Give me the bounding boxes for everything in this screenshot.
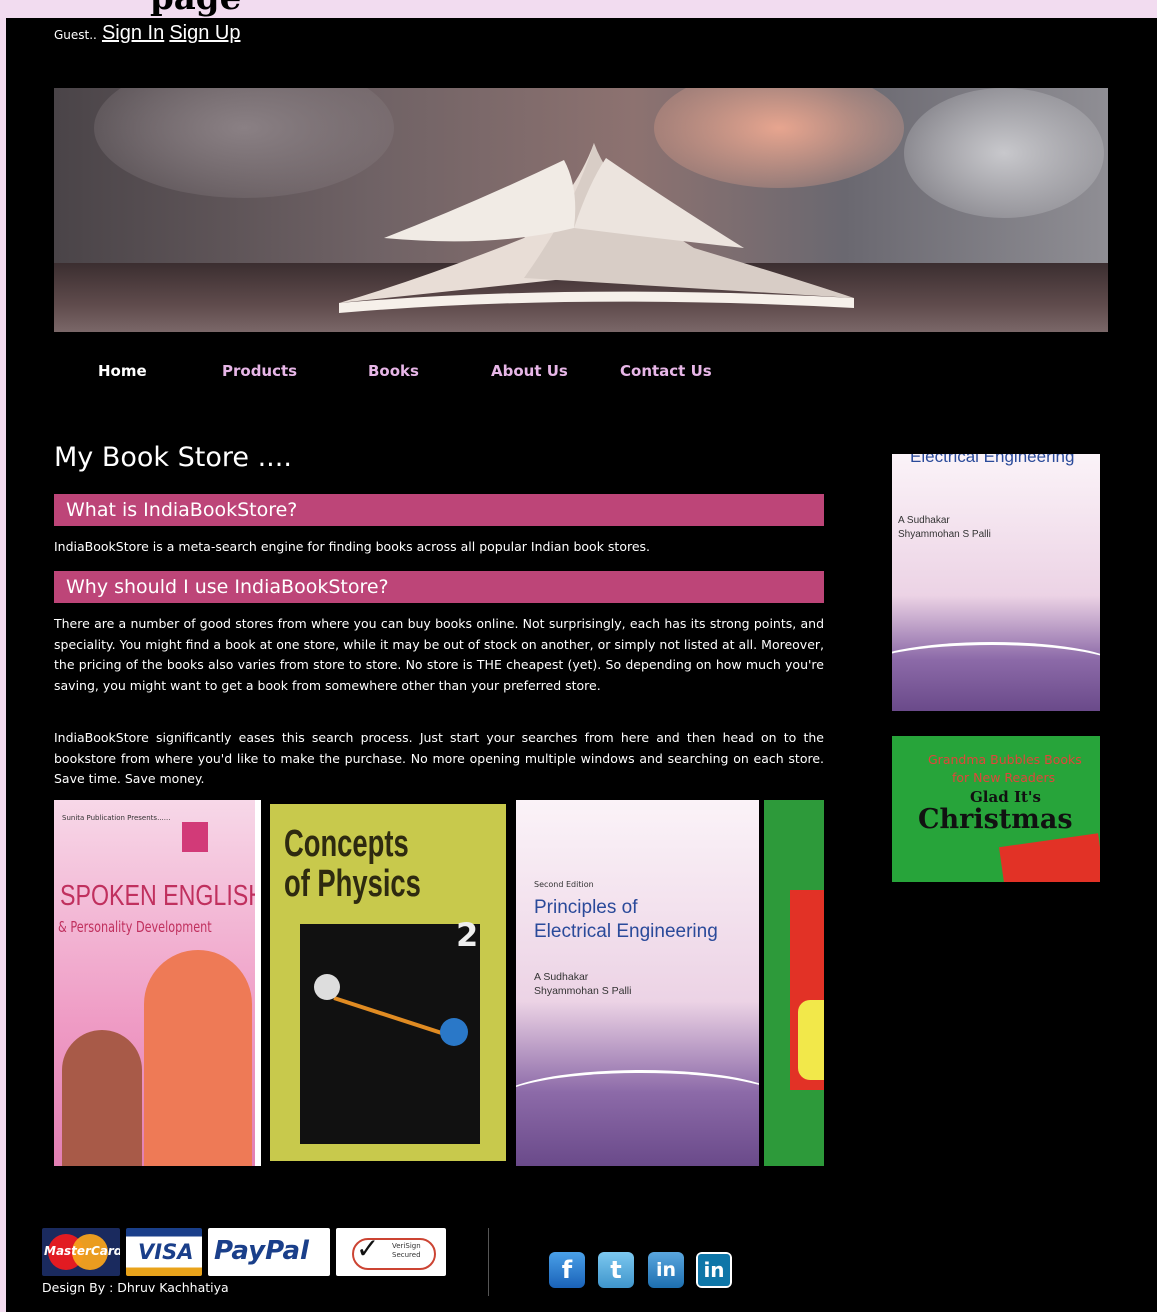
twitter-icon[interactable]: t — [598, 1252, 634, 1288]
visa-logo-icon: VISA — [126, 1228, 202, 1276]
cover-figure — [62, 1030, 142, 1166]
guest-label: Guest.. — [54, 28, 97, 42]
linkedin-icon[interactable]: in — [648, 1252, 684, 1288]
pendulum-ball-icon — [314, 974, 340, 1000]
designer-credit: Design By : Dhruv Kachhatiya — [42, 1280, 229, 1295]
paypal-logo-icon: PayPal — [208, 1228, 330, 1276]
book-series: Grandma Bubbles Books — [928, 752, 1082, 767]
book-series-sub: for New Readers — [952, 770, 1056, 785]
sidebar-book-grandma-bubbles[interactable]: Grandma Bubbles Books for New Readers Gl… — [892, 736, 1100, 882]
book-cover-electrical-engineering[interactable]: Second Edition Principles of Electrical E… — [516, 800, 759, 1166]
page-title-strip: page — [0, 0, 1157, 18]
book-authors: A Sudhakar Shyammohan S Palli — [898, 515, 991, 540]
book-title: SPOKEN ENGLISH — [60, 880, 261, 912]
linkedin-alt-icon[interactable]: in — [696, 1252, 732, 1288]
book-cover-concepts-of-physics[interactable]: Concepts of Physics 2 — [270, 804, 506, 1161]
facebook-icon[interactable]: f — [549, 1252, 585, 1288]
paragraph-why-1: There are a number of good stores from w… — [54, 616, 824, 693]
book-title: Principles of Electrical Engineering — [534, 897, 718, 942]
nav-home[interactable]: Home — [98, 362, 147, 380]
cover-figure — [144, 950, 252, 1166]
verisign-logo-icon: ✓ VeriSign Secured — [336, 1228, 446, 1276]
book-cover-grandma-bubbles[interactable] — [764, 800, 824, 1166]
paragraph-what: IndiaBookStore is a meta-search engine f… — [54, 539, 651, 554]
cover-artwork — [999, 833, 1100, 882]
paragraph-why-2: IndiaBookStore significantly eases this … — [54, 730, 824, 786]
open-book-illustration — [339, 143, 854, 313]
mastercard-logo-icon: MasterCard — [42, 1228, 120, 1276]
sidebar-book-electrical-engineering[interactable]: Electrical Engineering A Sudhakar Shyammo… — [892, 454, 1100, 711]
guest-bar: Guest.. Sign In Sign Up — [54, 22, 240, 45]
book-publisher: Sunita Publication Presents...... — [62, 814, 171, 822]
book-title: Electrical Engineering — [910, 454, 1075, 466]
nav-products[interactable]: Products — [222, 362, 297, 380]
site-frame: Guest.. Sign In Sign Up Home Products Bo… — [6, 18, 1157, 1312]
banner-image — [54, 88, 1108, 332]
store-title: My Book Store .... — [54, 442, 292, 473]
nav-about-us[interactable]: About Us — [491, 362, 568, 380]
sign-in-link[interactable]: Sign In — [102, 22, 164, 44]
book-title-main: Christmas — [918, 804, 1073, 835]
footer-divider — [488, 1228, 489, 1296]
section-heading-what: What is IndiaBookStore? — [54, 494, 824, 526]
section-heading-why: Why should I use IndiaBookStore? — [54, 571, 824, 603]
book-authors: A Sudhakar Shyammohan S Palli — [534, 971, 632, 997]
book-title: Concepts of Physics — [284, 823, 421, 905]
cover-artwork — [798, 1000, 824, 1080]
nav-books[interactable]: Books — [368, 362, 419, 380]
book-volume: 2 — [456, 916, 479, 954]
pendulum-ball-icon — [440, 1018, 468, 1046]
publisher-badge-icon — [182, 822, 208, 852]
book-subtitle: & Personality Development — [58, 918, 212, 936]
book-edition: Second Edition — [534, 880, 594, 889]
sign-up-link[interactable]: Sign Up — [169, 22, 240, 44]
page-title-fragment: page — [150, 0, 241, 18]
book-cover-spoken-english[interactable]: Sunita Publication Presents...... SPOKEN… — [54, 800, 261, 1166]
nav-contact-us[interactable]: Contact Us — [620, 362, 712, 380]
